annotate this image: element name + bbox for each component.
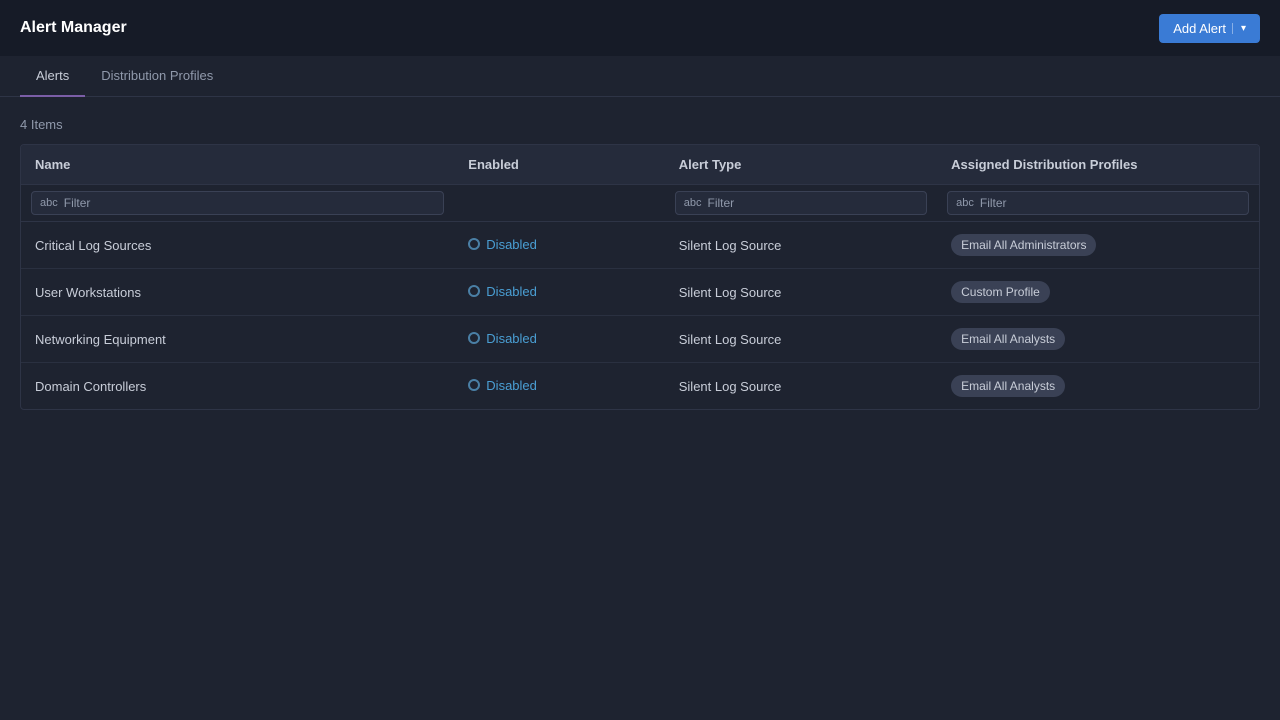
filter-profiles-icon: abc <box>956 197 974 209</box>
filter-row: abc abc abc <box>21 185 1259 222</box>
row-profile-tags: Custom Profile <box>937 269 1259 316</box>
col-header-name: Name <box>21 145 454 185</box>
table-row: Networking Equipment Disabled Silent Log… <box>21 316 1259 363</box>
filter-name-wrap: abc <box>31 191 444 215</box>
app-title: Alert Manager <box>20 19 127 37</box>
alerts-table-container: Name Enabled Alert Type Assigned Distrib… <box>20 144 1260 410</box>
profile-tag: Email All Administrators <box>951 234 1096 256</box>
disabled-label: Disabled <box>486 284 537 299</box>
filter-type-icon: abc <box>684 197 702 209</box>
radio-circle-icon <box>468 332 480 344</box>
filter-type-input[interactable] <box>708 196 919 210</box>
radio-circle-icon <box>468 379 480 391</box>
row-profile-tags: Email All Administrators <box>937 222 1259 269</box>
table-row: User Workstations Disabled Silent Log So… <box>21 269 1259 316</box>
disabled-badge: Disabled <box>468 284 537 299</box>
row-alert-type: Silent Log Source <box>665 222 937 269</box>
disabled-badge: Disabled <box>468 378 537 393</box>
radio-circle-icon <box>468 238 480 250</box>
top-bar: Alert Manager Add Alert ▾ <box>0 0 1280 56</box>
add-alert-button[interactable]: Add Alert ▾ <box>1159 14 1260 43</box>
tab-alerts[interactable]: Alerts <box>20 56 85 97</box>
row-name: Critical Log Sources <box>21 222 454 269</box>
table-header-row: Name Enabled Alert Type Assigned Distrib… <box>21 145 1259 185</box>
col-header-profiles: Assigned Distribution Profiles <box>937 145 1259 185</box>
filter-name-icon: abc <box>40 197 58 209</box>
filter-cell-type: abc <box>665 185 937 222</box>
table-row: Critical Log Sources Disabled Silent Log… <box>21 222 1259 269</box>
row-enabled: Disabled <box>454 316 664 363</box>
row-alert-type: Silent Log Source <box>665 316 937 363</box>
filter-cell-profiles: abc <box>937 185 1259 222</box>
add-alert-label: Add Alert <box>1173 21 1226 36</box>
col-header-enabled: Enabled <box>454 145 664 185</box>
table-row: Domain Controllers Disabled Silent Log S… <box>21 363 1259 410</box>
disabled-badge: Disabled <box>468 331 537 346</box>
filter-name-input[interactable] <box>64 196 436 210</box>
profile-tag: Email All Analysts <box>951 375 1065 397</box>
disabled-badge: Disabled <box>468 237 537 252</box>
row-enabled: Disabled <box>454 269 664 316</box>
items-count: 4 Items <box>20 117 1260 132</box>
disabled-label: Disabled <box>486 331 537 346</box>
col-header-alert-type: Alert Type <box>665 145 937 185</box>
table-body: Critical Log Sources Disabled Silent Log… <box>21 222 1259 410</box>
add-alert-dropdown-arrow[interactable]: ▾ <box>1232 23 1246 34</box>
filter-profiles-input[interactable] <box>980 196 1240 210</box>
row-profile-tags: Email All Analysts <box>937 363 1259 410</box>
filter-profiles-wrap: abc <box>947 191 1249 215</box>
row-name: Networking Equipment <box>21 316 454 363</box>
alerts-table: Name Enabled Alert Type Assigned Distrib… <box>21 145 1259 409</box>
filter-cell-enabled <box>454 185 664 222</box>
disabled-label: Disabled <box>486 237 537 252</box>
row-enabled: Disabled <box>454 363 664 410</box>
filter-cell-name: abc <box>21 185 454 222</box>
tab-distribution-profiles[interactable]: Distribution Profiles <box>85 56 229 97</box>
profile-tag: Custom Profile <box>951 281 1050 303</box>
disabled-label: Disabled <box>486 378 537 393</box>
main-content: 4 Items Name Enabled Alert Type Assigned… <box>0 97 1280 430</box>
row-alert-type: Silent Log Source <box>665 363 937 410</box>
filter-type-wrap: abc <box>675 191 927 215</box>
row-enabled: Disabled <box>454 222 664 269</box>
row-profile-tags: Email All Analysts <box>937 316 1259 363</box>
row-name: User Workstations <box>21 269 454 316</box>
tab-bar: Alerts Distribution Profiles <box>0 56 1280 97</box>
radio-circle-icon <box>468 285 480 297</box>
row-name: Domain Controllers <box>21 363 454 410</box>
profile-tag: Email All Analysts <box>951 328 1065 350</box>
row-alert-type: Silent Log Source <box>665 269 937 316</box>
